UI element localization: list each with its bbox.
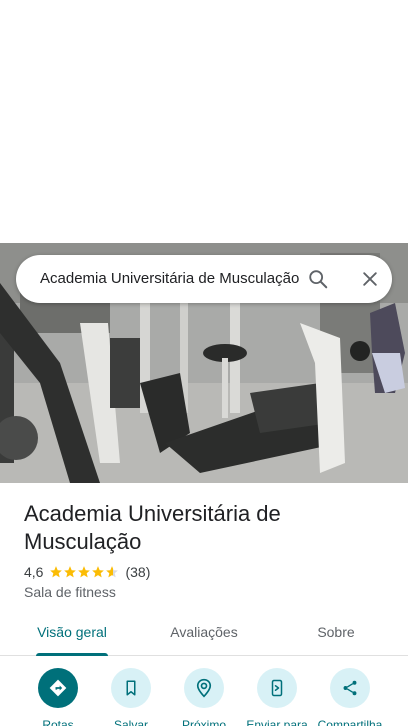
rating-value: 4,6 — [24, 564, 44, 580]
directions-circle — [38, 668, 78, 708]
rating-stars — [49, 565, 119, 579]
tab-about[interactable]: Sobre — [296, 612, 376, 655]
search-icon — [309, 270, 328, 289]
directions-icon — [49, 679, 67, 697]
bookmark-icon — [126, 680, 136, 696]
search-bar[interactable]: Academia Universitária de Musculação — [16, 255, 392, 303]
send-to-phone-button[interactable]: Enviar para — [241, 668, 313, 726]
star-icon — [92, 566, 105, 578]
search-button[interactable] — [302, 263, 334, 295]
nearby-button[interactable]: Próximo — [168, 668, 240, 726]
nearby-label: Próximo — [181, 718, 226, 726]
reviews-count[interactable]: (38) — [125, 564, 150, 580]
tab-overview[interactable]: Visão geral — [24, 612, 120, 655]
rating-row[interactable]: 4,6 (38) — [24, 563, 150, 581]
share-icon — [343, 680, 357, 696]
share-button[interactable]: Compartilha — [314, 668, 386, 726]
close-button[interactable] — [354, 263, 386, 295]
share-label: Compartilha — [317, 718, 383, 726]
send-to-phone-label: Enviar para — [246, 718, 308, 726]
save-circle — [111, 668, 151, 708]
tab-bar: Visão geral Avaliações Sobre — [0, 612, 408, 656]
place-title: Academia Universitária de Musculação — [24, 501, 281, 554]
send-to-phone-icon — [271, 679, 283, 697]
star-icon — [78, 566, 91, 578]
send-to-phone-circle — [257, 668, 297, 708]
search-input[interactable]: Academia Universitária de Musculação — [40, 255, 304, 303]
save-label: Salvar — [113, 718, 148, 726]
share-circle — [330, 668, 370, 708]
star-icon — [50, 566, 63, 578]
tab-active-indicator — [36, 653, 108, 656]
map-blank-area — [0, 0, 408, 243]
star-icon — [64, 566, 77, 578]
directions-button[interactable]: Rotas — [22, 668, 94, 726]
close-icon — [363, 272, 377, 286]
nearby-circle — [184, 668, 224, 708]
nearby-icon — [196, 678, 212, 698]
tab-reviews[interactable]: Avaliações — [156, 612, 252, 655]
star-half-icon — [106, 566, 119, 578]
place-category: Sala de fitness — [24, 584, 116, 600]
save-button[interactable]: Salvar — [95, 668, 167, 726]
action-buttons: Rotas Salvar Próximo Enviar para Compart… — [0, 668, 408, 726]
directions-label: Rotas — [42, 718, 74, 726]
